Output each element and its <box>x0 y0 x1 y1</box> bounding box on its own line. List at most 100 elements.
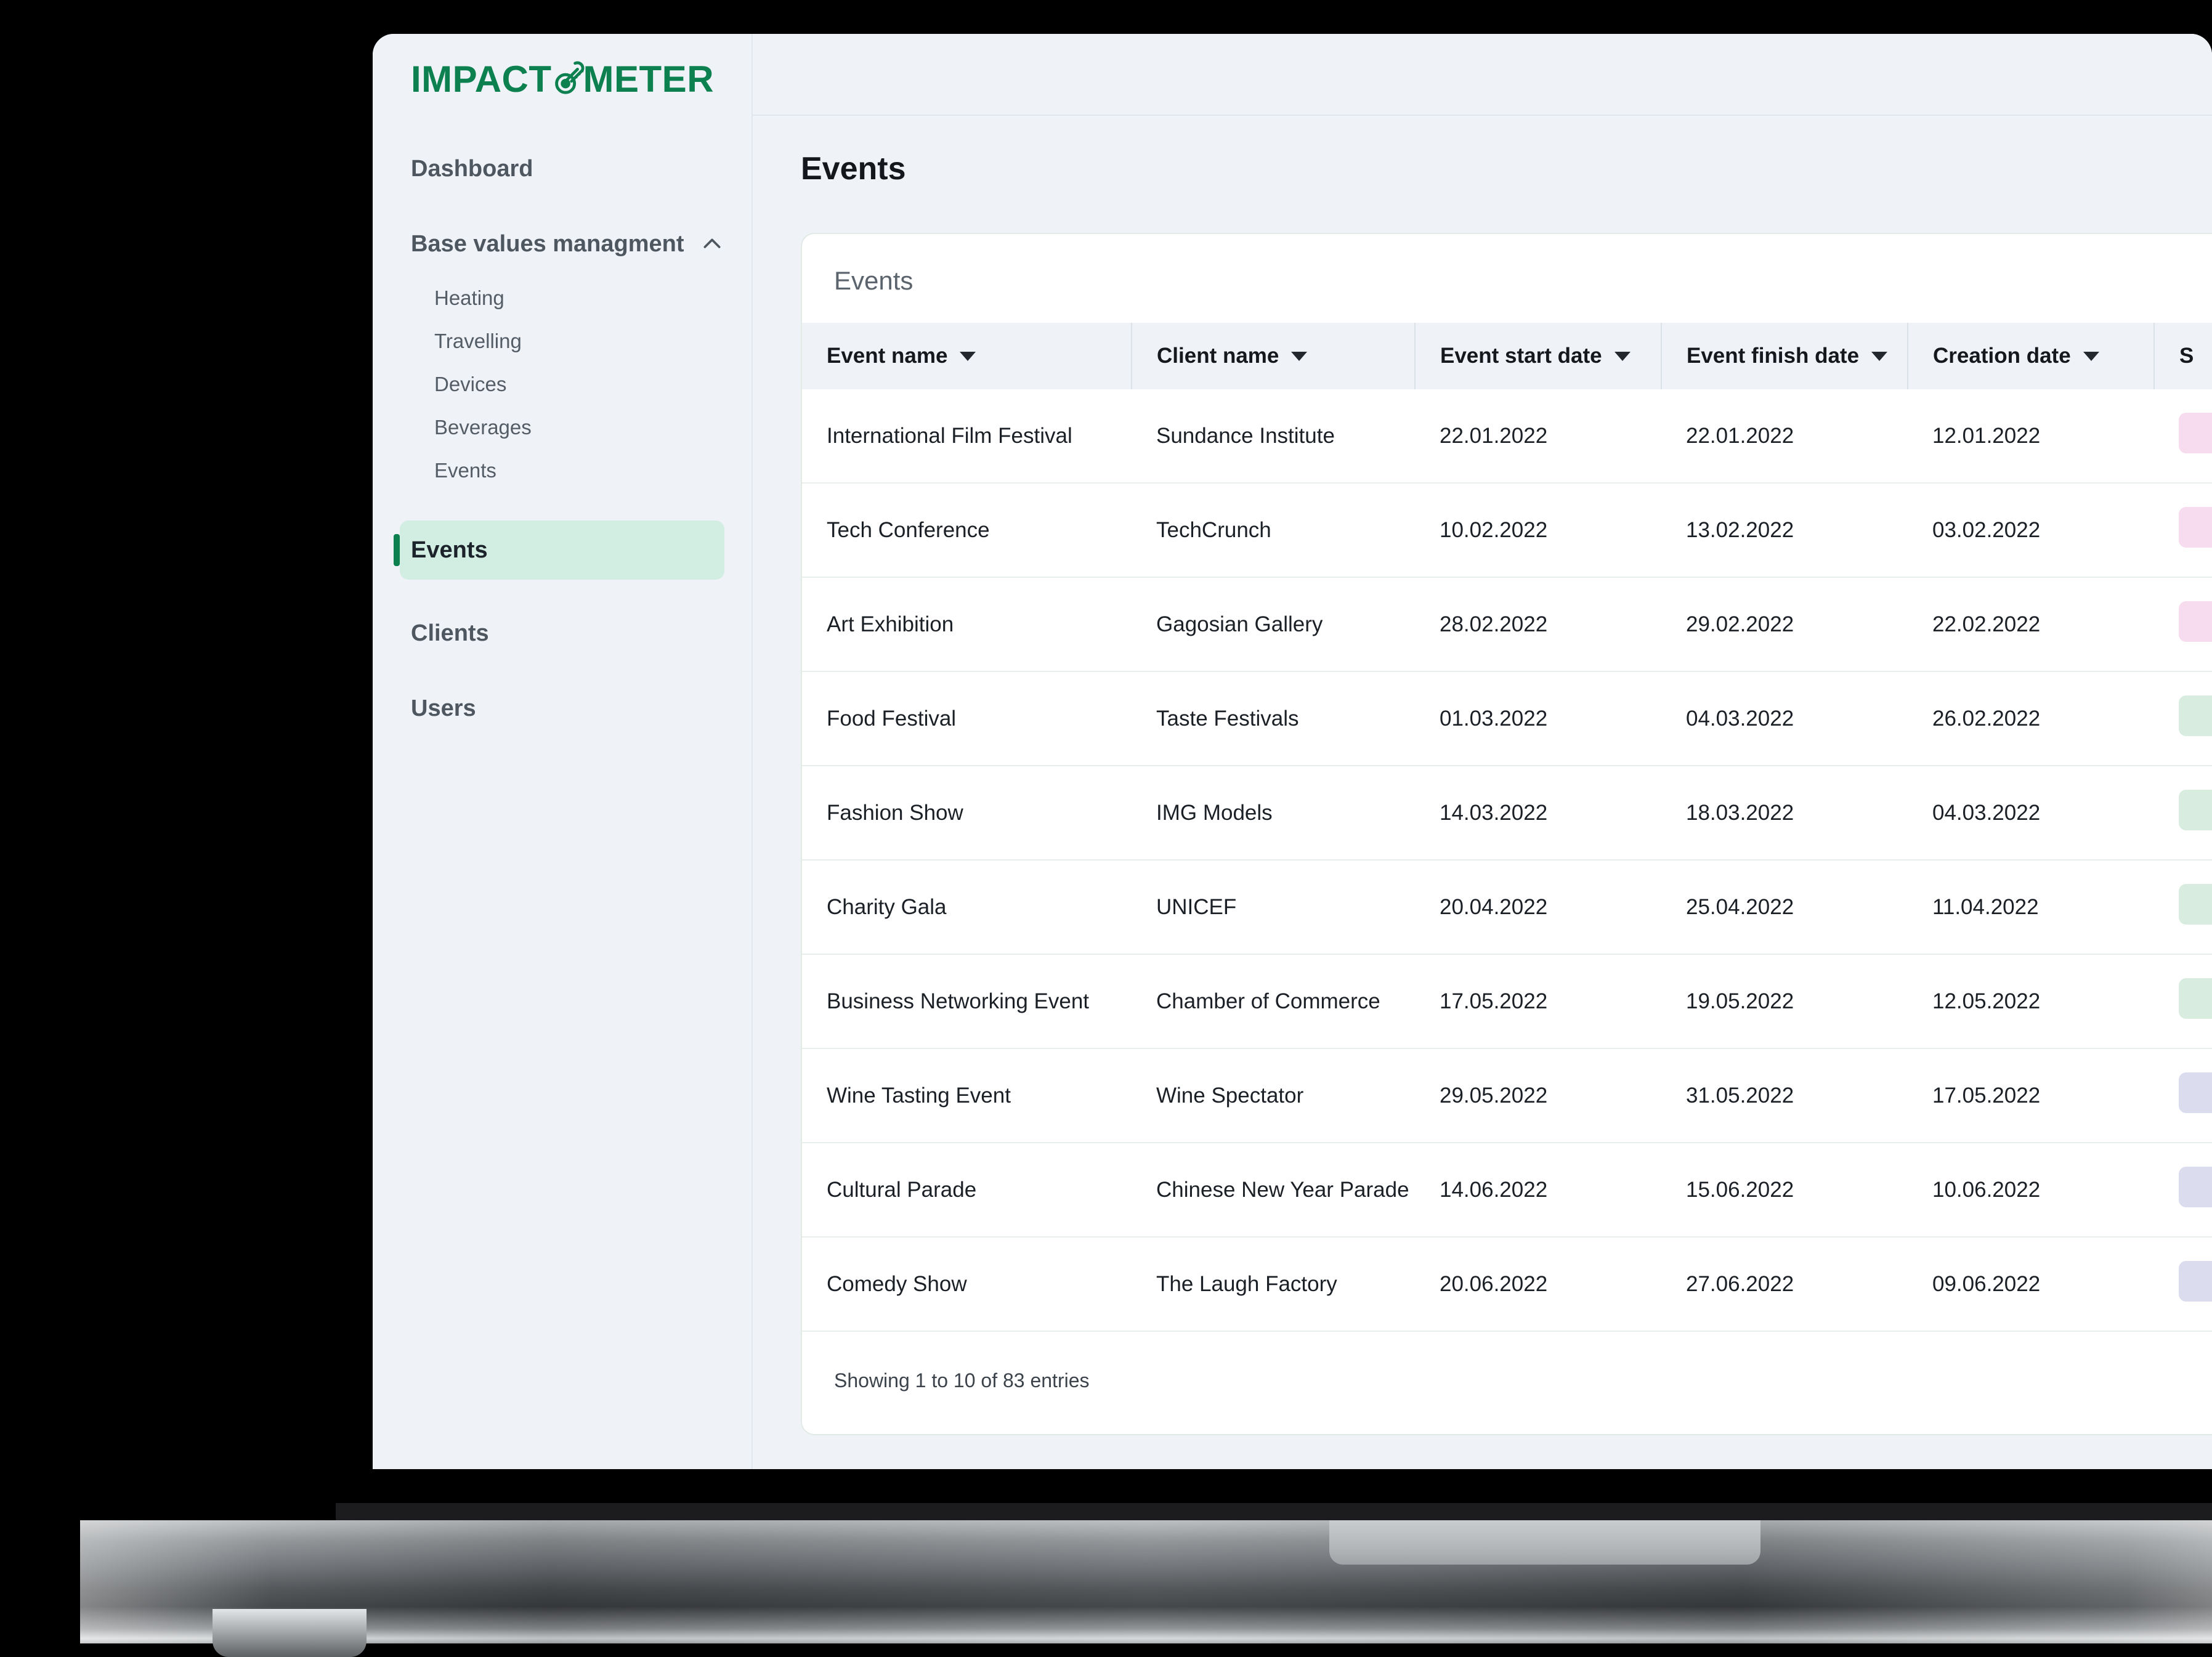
event-finish-date-cell: 19.05.2022 <box>1661 954 1908 1048</box>
column-header-label: S <box>2179 344 2194 368</box>
sidebar-item-label: Users <box>411 695 476 722</box>
status-cell <box>2154 1237 2212 1331</box>
event-start-date-cell: 28.02.2022 <box>1415 577 1661 671</box>
sidebar-item-label: Events <box>411 537 488 564</box>
column-header-creation-date[interactable]: Creation date <box>1908 323 2154 389</box>
creation-date-cell: 22.02.2022 <box>1908 577 2154 671</box>
status-badge <box>2179 1072 2212 1113</box>
chevron-up-icon[interactable] <box>699 230 726 257</box>
main-region: Events Events <box>753 34 2212 1469</box>
sidebar-item-label: Events <box>434 459 496 482</box>
app-logo[interactable]: IMPACT <box>373 34 752 125</box>
entries-summary: Showing 1 to 10 of 83 entries <box>834 1369 2212 1392</box>
event-name-cell: Comedy Show <box>802 1237 1132 1331</box>
table-row[interactable]: Charity GalaUNICEF20.04.202225.04.202211… <box>802 860 2212 954</box>
creation-date-cell: 04.03.2022 <box>1908 766 2154 860</box>
column-header-label: Event finish date <box>1687 344 1859 368</box>
caret-down-icon[interactable] <box>1291 352 1307 361</box>
status-cell <box>2154 577 2212 671</box>
sidebar-item-clients[interactable]: Clients <box>373 612 752 655</box>
sidebar-item-heating[interactable]: Heating <box>373 277 752 320</box>
creation-date-cell: 12.01.2022 <box>1908 389 2154 483</box>
event-start-date-cell: 22.01.2022 <box>1415 389 1661 483</box>
table-row[interactable]: Fashion ShowIMG Models14.03.202218.03.20… <box>802 766 2212 860</box>
caret-down-icon[interactable] <box>960 352 976 361</box>
laptop-trackpad-notch <box>1329 1520 1760 1565</box>
status-badge <box>2179 413 2212 453</box>
event-finish-date-cell: 13.02.2022 <box>1661 483 1908 577</box>
event-name-cell: Business Networking Event <box>802 954 1132 1048</box>
column-header-client-name[interactable]: Client name <box>1132 323 1415 389</box>
sidebar-item-events[interactable]: Events <box>400 521 724 580</box>
top-bar <box>753 34 2212 116</box>
table-row[interactable]: Tech ConferenceTechCrunch10.02.202213.02… <box>802 483 2212 577</box>
event-finish-date-cell: 18.03.2022 <box>1661 766 1908 860</box>
table-row[interactable]: Wine Tasting EventWine Spectator29.05.20… <box>802 1048 2212 1143</box>
event-name-cell: International Film Festival <box>802 389 1132 483</box>
event-name-cell: Wine Tasting Event <box>802 1048 1132 1143</box>
event-finish-date-cell: 27.06.2022 <box>1661 1237 1908 1331</box>
sidebar-item-travelling[interactable]: Travelling <box>373 320 752 363</box>
thermometer-icon <box>549 59 587 97</box>
table-row[interactable]: International Film FestivalSundance Inst… <box>802 389 2212 483</box>
caret-down-icon[interactable] <box>2083 352 2099 361</box>
event-name-cell: Food Festival <box>802 671 1132 766</box>
page-content: Events Events <box>753 116 2212 1469</box>
sidebar-group-base-values[interactable]: Base values managment <box>373 222 752 265</box>
column-header-label: Creation date <box>1933 344 2071 368</box>
table-header-row: Event name Client name <box>802 323 2212 389</box>
status-cell <box>2154 671 2212 766</box>
table-row[interactable]: Art ExhibitionGagosian Gallery28.02.2022… <box>802 577 2212 671</box>
column-header-event-name[interactable]: Event name <box>802 323 1132 389</box>
status-cell <box>2154 389 2212 483</box>
sidebar-subnav: Heating Travelling Devices Beverages Eve… <box>373 277 752 492</box>
column-header-event-finish-date[interactable]: Event finish date <box>1661 323 1908 389</box>
status-cell <box>2154 954 2212 1048</box>
client-name-cell: Gagosian Gallery <box>1132 577 1415 671</box>
event-name-cell: Tech Conference <box>802 483 1132 577</box>
creation-date-cell: 03.02.2022 <box>1908 483 2154 577</box>
client-name-cell: Chamber of Commerce <box>1132 954 1415 1048</box>
sidebar: IMPACT <box>373 34 753 1469</box>
event-start-date-cell: 20.04.2022 <box>1415 860 1661 954</box>
sidebar-item-label: Beverages <box>434 416 532 439</box>
caret-down-icon[interactable] <box>1871 352 1887 361</box>
page-title: Events <box>801 153 2212 185</box>
status-cell <box>2154 1048 2212 1143</box>
event-finish-date-cell: 15.06.2022 <box>1661 1143 1908 1237</box>
status-cell <box>2154 766 2212 860</box>
sidebar-item-label: Heating <box>434 286 504 310</box>
creation-date-cell: 26.02.2022 <box>1908 671 2154 766</box>
sidebar-item-devices[interactable]: Devices <box>373 363 752 406</box>
table-row[interactable]: Comedy ShowThe Laugh Factory20.06.202227… <box>802 1237 2212 1331</box>
table-row[interactable]: Food FestivalTaste Festivals01.03.202204… <box>802 671 2212 766</box>
sidebar-item-dashboard[interactable]: Dashboard <box>373 147 752 190</box>
status-badge <box>2179 1261 2212 1302</box>
table-body: International Film FestivalSundance Inst… <box>802 389 2212 1331</box>
event-finish-date-cell: 22.01.2022 <box>1661 389 1908 483</box>
event-start-date-cell: 29.05.2022 <box>1415 1048 1661 1143</box>
column-header-event-start-date[interactable]: Event start date <box>1415 323 1661 389</box>
laptop-base-highlight <box>80 1520 2212 1643</box>
laptop-mockup: IMPACT <box>0 0 2212 1640</box>
event-start-date-cell: 14.06.2022 <box>1415 1143 1661 1237</box>
sidebar-nav: Dashboard Base values managment Heating <box>373 125 752 730</box>
caret-down-icon[interactable] <box>1614 352 1631 361</box>
creation-date-cell: 17.05.2022 <box>1908 1048 2154 1143</box>
sidebar-item-users[interactable]: Users <box>373 687 752 730</box>
column-header-status[interactable]: S <box>2154 323 2212 389</box>
status-cell <box>2154 483 2212 577</box>
event-start-date-cell: 17.05.2022 <box>1415 954 1661 1048</box>
table-row[interactable]: Cultural ParadeChinese New Year Parade14… <box>802 1143 2212 1237</box>
logo-text-right: METER <box>583 61 715 98</box>
table-row[interactable]: Business Networking EventChamber of Comm… <box>802 954 2212 1048</box>
sidebar-item-beverages[interactable]: Beverages <box>373 406 752 449</box>
client-name-cell: Sundance Institute <box>1132 389 1415 483</box>
sidebar-item-base-events[interactable]: Events <box>373 449 752 492</box>
creation-date-cell: 10.06.2022 <box>1908 1143 2154 1237</box>
column-header-label: Event name <box>827 344 947 368</box>
sidebar-item-label: Clients <box>411 620 489 647</box>
logo-text-left: IMPACT <box>411 61 552 98</box>
client-name-cell: Wine Spectator <box>1132 1048 1415 1143</box>
column-header-label: Event start date <box>1440 344 1602 368</box>
